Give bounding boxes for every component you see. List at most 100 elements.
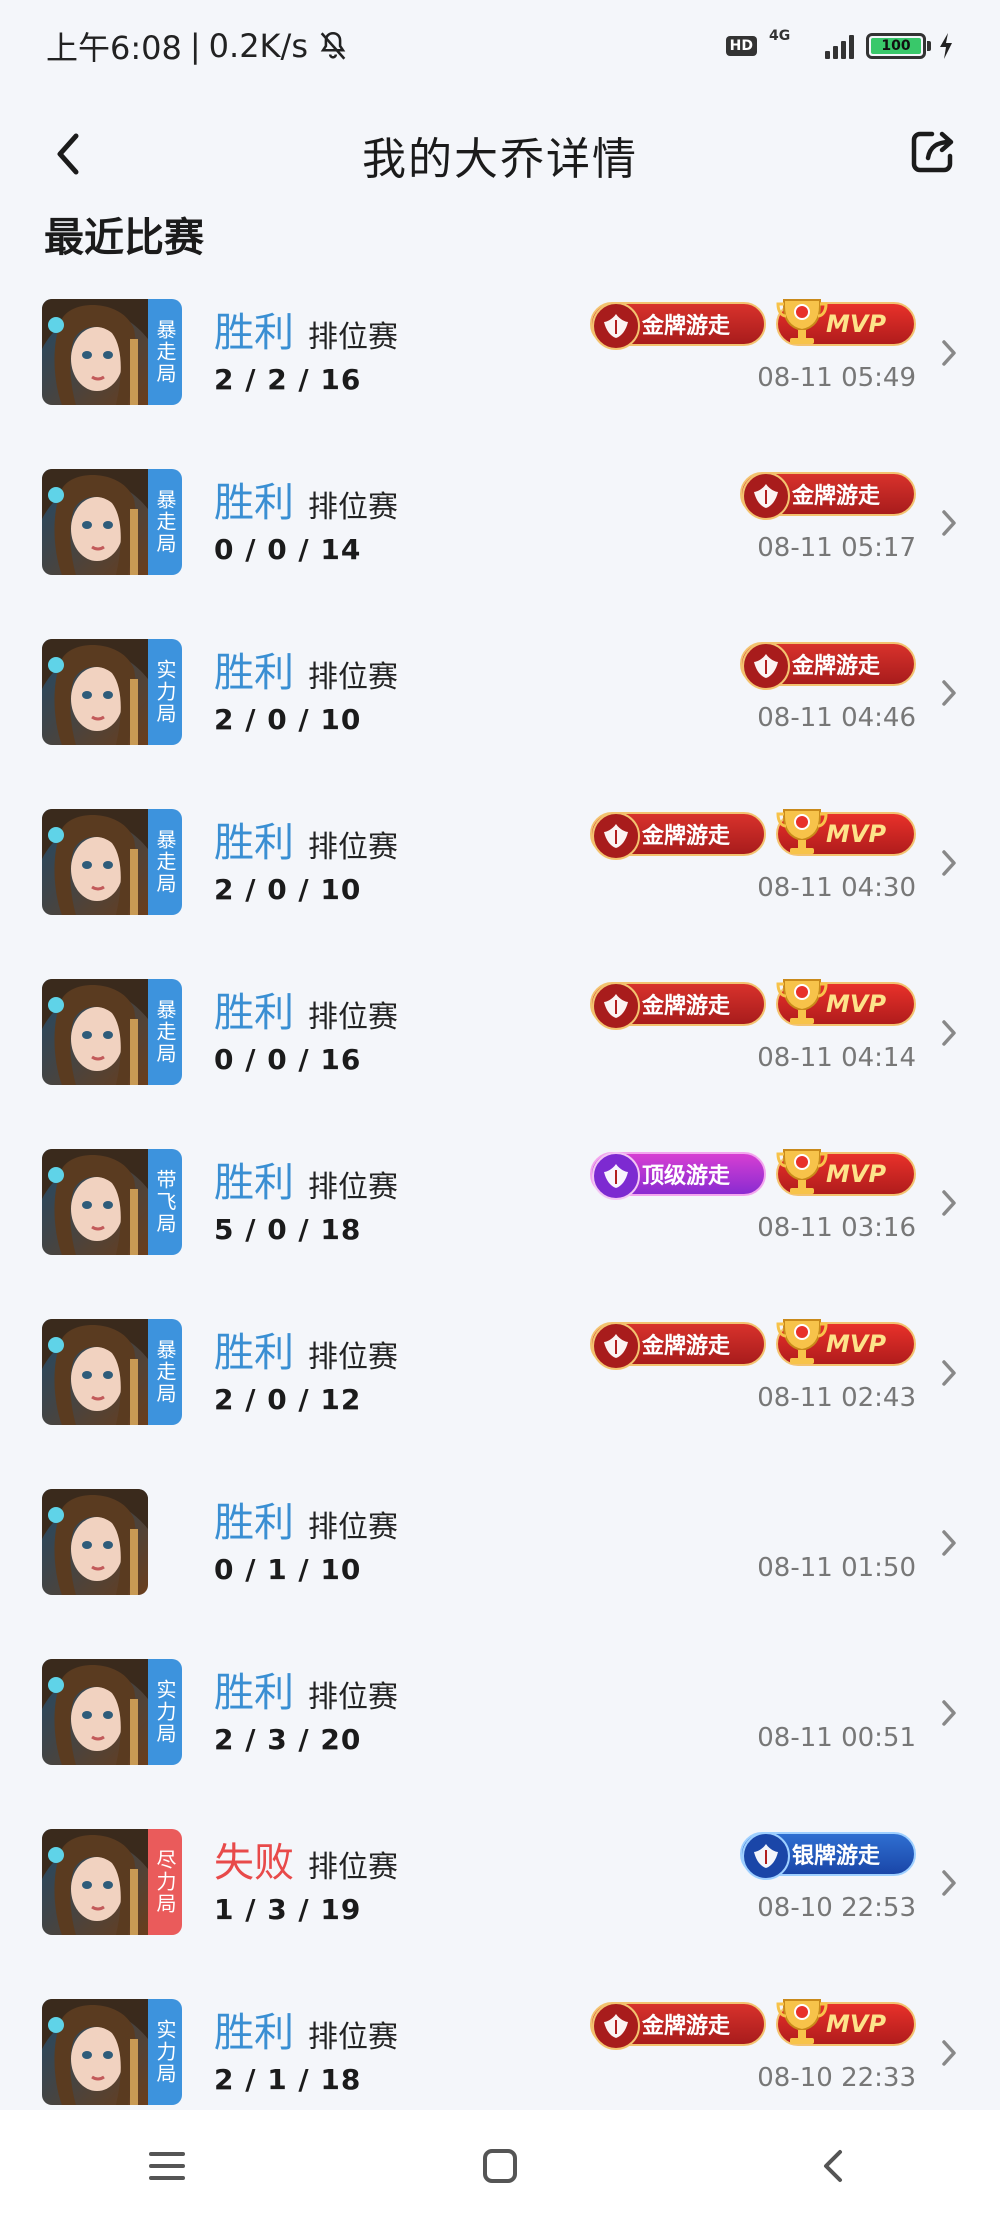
signal-icon: [825, 33, 854, 59]
badge-label: 银牌游走: [792, 1844, 881, 1869]
badge-label: MVP: [826, 310, 887, 338]
back-icon: [824, 2150, 843, 2182]
hero-portrait-image: [42, 809, 148, 915]
battery-level: 100: [871, 38, 921, 54]
match-mode: 排位赛: [308, 660, 398, 695]
badge-label: 金牌游走: [642, 824, 731, 849]
gold-roam-badge: 金牌游走: [740, 472, 916, 520]
network-indicator: 4G: [769, 28, 813, 62]
battery-icon: 100: [866, 33, 931, 59]
performance-tag: 暴走局: [148, 299, 182, 405]
match-mode: 排位赛: [308, 1170, 398, 1205]
mvp-badge: MVP: [776, 809, 916, 856]
kda: 2 / 0 / 12: [214, 1383, 362, 1416]
gold-roam-badge: 金牌游走: [590, 1322, 766, 1370]
match-row[interactable]: 暴走局 胜利 排位赛 2 / 0 / 10 金牌游走 MVP 08-11 04:30: [0, 800, 1000, 970]
match-row[interactable]: 尽力局 失败 排位赛 1 / 3 / 19 银牌游走 08-10 22:53: [0, 1820, 1000, 1990]
home-button[interactable]: [470, 2136, 530, 2196]
gold-roam-badge: 金牌游走: [590, 982, 766, 1030]
emblem-icon: [592, 812, 640, 860]
match-mode: 排位赛: [308, 1000, 398, 1035]
match-row[interactable]: 暴走局 胜利 排位赛 2 / 2 / 16 金牌游走 MVP 08-11 05:49: [0, 290, 1000, 460]
trophy-icon: [774, 1142, 830, 1198]
badge-label: MVP: [826, 990, 887, 1018]
badge-label: MVP: [826, 1160, 887, 1188]
emblem-icon: [742, 472, 790, 520]
header: 我的大乔详情: [0, 100, 1000, 210]
chevron-right-icon: [942, 510, 956, 536]
menu-button[interactable]: [137, 2136, 197, 2196]
hero-portrait-image: [42, 1489, 148, 1595]
home-icon: [482, 2149, 517, 2183]
match-time: 08-11 02:43: [757, 1383, 916, 1413]
match-mode: 排位赛: [308, 1680, 398, 1715]
badge-label: 金牌游走: [642, 314, 731, 339]
emblem-icon: [592, 1322, 640, 1370]
chevron-right-icon: [942, 1870, 956, 1896]
hero-avatar: [42, 1489, 148, 1595]
match-row[interactable]: 暴走局 胜利 排位赛 0 / 0 / 16 金牌游走 MVP 08-11 04:14: [0, 970, 1000, 1140]
match-result: 胜利: [214, 990, 294, 1036]
badge-label: 金牌游走: [642, 2014, 731, 2039]
emblem-icon: [592, 982, 640, 1030]
match-result: 胜利: [214, 1330, 294, 1376]
emblem-icon: [742, 1832, 790, 1880]
match-result: 胜利: [214, 1500, 294, 1546]
match-time: 08-11 01:50: [757, 1553, 916, 1583]
back-button[interactable]: [46, 124, 96, 184]
hero-portrait-image: [42, 299, 148, 405]
status-time: 上午6:08: [46, 29, 182, 67]
status-speed: 0.2K/s: [208, 27, 308, 65]
badge-label: 金牌游走: [792, 484, 881, 509]
emblem-icon: [742, 642, 790, 690]
bell-off-icon: [320, 31, 346, 60]
performance-tag: 尽力局: [148, 1829, 182, 1935]
trophy-icon: [774, 1312, 830, 1368]
section-title: 最近比赛: [44, 215, 204, 261]
status-right: HD 4G 100: [725, 28, 954, 62]
match-mode: 排位赛: [308, 1510, 398, 1545]
silver-roam-badge: 银牌游走: [740, 1832, 916, 1880]
mvp-badge: MVP: [776, 1149, 916, 1196]
nav-back-button[interactable]: [803, 2136, 863, 2196]
hero-avatar: [42, 1999, 148, 2105]
kda: 0 / 1 / 10: [214, 1553, 362, 1586]
hero-avatar: [42, 1659, 148, 1765]
hero-portrait-image: [42, 1149, 148, 1255]
match-row[interactable]: 实力局 胜利 排位赛 2 / 0 / 10 金牌游走 08-11 04:46: [0, 630, 1000, 800]
performance-tag: 暴走局: [148, 1319, 182, 1425]
badges: 顶级游走 MVP: [590, 1149, 916, 1200]
performance-tag: 暴走局: [148, 979, 182, 1085]
status-left: 上午6:08 | 0.2K/s: [46, 23, 350, 69]
match-result: 胜利: [214, 820, 294, 866]
menu-icon: [148, 2152, 185, 2180]
match-result: 胜利: [214, 1160, 294, 1206]
avatar: 暴走局: [42, 979, 182, 1085]
kda: 0 / 0 / 14: [214, 533, 362, 566]
match-row[interactable]: 带飞局 胜利 排位赛 5 / 0 / 18 顶级游走 MVP 08-11 03:16: [0, 1140, 1000, 1310]
gold-roam-badge: 金牌游走: [590, 812, 766, 860]
match-mode: 排位赛: [308, 1340, 398, 1375]
match-row[interactable]: 胜利 排位赛 0 / 1 / 10 08-11 01:50: [0, 1480, 1000, 1650]
kda: 2 / 0 / 10: [214, 703, 362, 736]
performance-tag: 实力局: [148, 1999, 182, 2105]
network-label: 4G: [769, 28, 791, 44]
share-icon[interactable]: [908, 126, 958, 176]
system-nav-bar: [0, 2110, 1000, 2222]
performance-tag: 实力局: [148, 639, 182, 745]
kda: 0 / 0 / 16: [214, 1043, 362, 1076]
hero-portrait-image: [42, 1319, 148, 1425]
trophy-icon: [774, 292, 830, 348]
hero-avatar: [42, 1319, 148, 1425]
match-mode: 排位赛: [308, 490, 398, 525]
kda: 1 / 3 / 19: [214, 1893, 362, 1926]
mvp-badge: MVP: [776, 1999, 916, 2046]
match-row[interactable]: 暴走局 胜利 排位赛 2 / 0 / 12 金牌游走 MVP 08-11 02:43: [0, 1310, 1000, 1480]
gold-roam-badge: 金牌游走: [740, 642, 916, 690]
match-row[interactable]: 实力局 胜利 排位赛 2 / 3 / 20 08-11 00:51: [0, 1650, 1000, 1820]
match-time: 08-11 05:17: [757, 533, 916, 563]
match-row[interactable]: 暴走局 胜利 排位赛 0 / 0 / 14 金牌游走 08-11 05:17: [0, 460, 1000, 630]
badges: 金牌游走: [740, 472, 916, 520]
badges: 金牌游走 MVP: [590, 1999, 916, 2050]
match-time: 08-11 05:49: [757, 363, 916, 393]
